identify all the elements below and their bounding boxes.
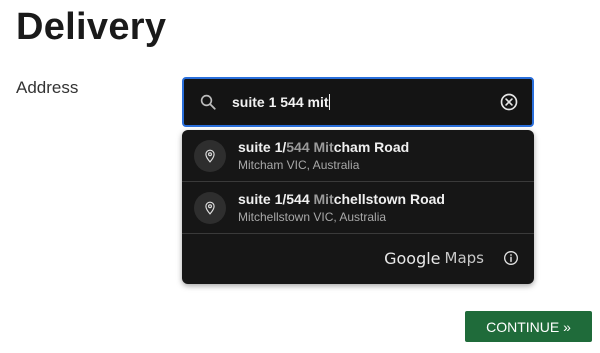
page-title: Delivery: [16, 6, 167, 48]
suggestion-main-text: suite 1/544 Mitchellstown Road: [238, 190, 445, 208]
address-label: Address: [16, 78, 79, 97]
suggestion-main-part: chellstown Road: [333, 191, 445, 207]
text-caret: [328, 94, 330, 110]
attribution-footer: Google Maps: [182, 234, 534, 282]
google-logo-text: Google: [384, 248, 441, 268]
suggestions-dropdown: suite 1/544 Mitcham Road Mitcham VIC, Au…: [182, 130, 534, 284]
clear-icon[interactable]: [498, 91, 520, 113]
suggestion-secondary-text: Mitcham VIC, Australia: [238, 158, 360, 172]
info-icon[interactable]: [502, 249, 520, 267]
continue-button[interactable]: CONTINUE »: [465, 311, 592, 342]
search-input-value: suite 1 544 mit: [232, 94, 329, 110]
suggestion-text: suite 1/544 Mitchellstown Road Mitchells…: [238, 190, 445, 225]
suggestion-main-text: suite 1/544 Mitcham Road: [238, 138, 409, 156]
suggestion-main-part: 544: [286, 139, 310, 155]
suggestion-secondary-text: Mitchellstown VIC, Australia: [238, 210, 387, 224]
address-search-box[interactable]: suite 1 544 mit: [182, 77, 534, 127]
search-icon: [198, 92, 218, 112]
maps-logo-text: Maps: [444, 249, 484, 267]
suggestion-main-part: cham Road: [333, 139, 410, 155]
suggestion-item[interactable]: suite 1/544 Mitchellstown Road Mitchells…: [182, 182, 534, 234]
address-search-input[interactable]: suite 1 544 mit: [232, 79, 498, 125]
suggestion-main-part: suite 1/: [238, 139, 287, 155]
map-pin-icon: [194, 139, 226, 172]
suggestion-main-part: Mit: [313, 139, 334, 155]
suggestion-text: suite 1/544 Mitcham Road Mitcham VIC, Au…: [238, 138, 409, 173]
map-pin-icon: [194, 191, 226, 224]
suggestion-main-part: suite 1/544: [238, 191, 314, 207]
suggestion-item[interactable]: suite 1/544 Mitcham Road Mitcham VIC, Au…: [182, 130, 534, 182]
suggestion-main-part: Mit: [313, 191, 334, 207]
